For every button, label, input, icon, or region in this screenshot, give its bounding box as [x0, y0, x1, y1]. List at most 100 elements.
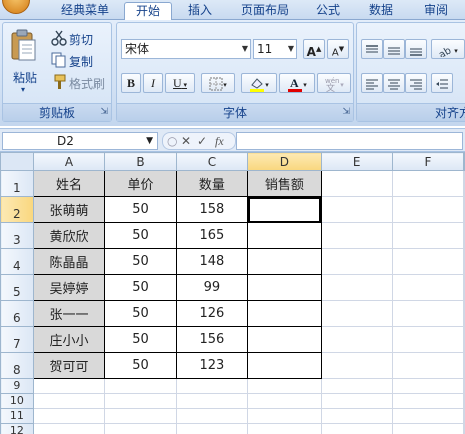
cell[interactable] — [391, 248, 465, 275]
cell[interactable]: 50 — [104, 300, 177, 327]
cell[interactable] — [391, 378, 465, 394]
borders-button[interactable]: ▾ — [201, 73, 235, 93]
orientation-button[interactable]: ab ▾ — [431, 39, 465, 61]
cell[interactable] — [104, 378, 177, 394]
active-cell[interactable] — [247, 196, 322, 223]
cell[interactable] — [463, 196, 465, 223]
cell[interactable]: 158 — [175, 196, 249, 223]
cell[interactable] — [320, 248, 393, 275]
cell[interactable] — [247, 378, 322, 394]
cell[interactable] — [247, 393, 322, 409]
cell[interactable] — [320, 170, 393, 197]
cell[interactable] — [247, 326, 322, 353]
cell[interactable] — [175, 423, 249, 434]
align-middle-button[interactable] — [383, 39, 405, 59]
cell[interactable] — [247, 274, 322, 301]
cell[interactable]: 陈晶晶 — [32, 248, 106, 275]
row-header[interactable]: 10 — [0, 393, 34, 409]
paste-dropdown-icon[interactable]: ▾ — [21, 85, 25, 94]
cell[interactable] — [247, 248, 322, 275]
cell[interactable] — [320, 326, 393, 353]
tab-data[interactable]: 数据 — [356, 2, 406, 20]
row-header[interactable]: 5 — [0, 274, 34, 301]
cell[interactable] — [463, 378, 465, 394]
row-header[interactable]: 2 — [0, 196, 34, 223]
format-painter-button[interactable]: 格式刷 — [69, 75, 105, 92]
cell[interactable]: 50 — [104, 196, 177, 223]
cell[interactable]: 张一一 — [32, 300, 106, 327]
cell[interactable] — [463, 222, 465, 249]
cell[interactable] — [391, 408, 465, 424]
column-header-f[interactable]: F — [391, 152, 465, 171]
cell[interactable] — [104, 408, 177, 424]
tab-review[interactable]: 审阅 — [410, 2, 462, 20]
formula-input[interactable] — [236, 132, 463, 150]
fill-color-button[interactable]: ▾ — [241, 73, 277, 93]
cell[interactable]: 99 — [175, 274, 249, 301]
cell[interactable] — [247, 408, 322, 424]
tab-page-layout[interactable]: 页面布局 — [228, 2, 302, 20]
cell[interactable] — [463, 248, 465, 275]
cell[interactable] — [463, 423, 465, 434]
align-right-button[interactable] — [405, 73, 427, 93]
decrease-indent-button[interactable] — [431, 73, 453, 93]
align-left-button[interactable] — [361, 73, 383, 93]
cell[interactable] — [175, 393, 249, 409]
tab-classic-menu[interactable]: 经典菜单 — [48, 2, 122, 20]
row-header[interactable]: 11 — [0, 408, 34, 424]
cell[interactable] — [391, 352, 465, 379]
cell[interactable] — [391, 423, 465, 434]
cell[interactable]: 156 — [175, 326, 249, 353]
cell[interactable] — [247, 423, 322, 434]
row-header[interactable]: 3 — [0, 222, 34, 249]
column-header-c[interactable]: C — [175, 152, 249, 171]
cell[interactable] — [104, 393, 177, 409]
office-button[interactable] — [2, 0, 30, 14]
paste-icon[interactable] — [9, 29, 37, 63]
column-header-a[interactable]: A — [32, 152, 106, 171]
cell[interactable] — [391, 274, 465, 301]
grow-font-button[interactable]: A▲ — [303, 39, 325, 59]
tab-home[interactable]: 开始 — [124, 2, 172, 21]
cell[interactable]: 123 — [175, 352, 249, 379]
column-header-d[interactable]: D — [247, 152, 322, 171]
cell[interactable] — [463, 300, 465, 327]
cell[interactable] — [104, 423, 177, 434]
copy-button[interactable]: 复制 — [69, 53, 93, 70]
cell[interactable] — [320, 196, 393, 223]
font-size-combo[interactable]: 11 ▼ — [253, 39, 297, 59]
cell[interactable] — [320, 222, 393, 249]
align-bottom-button[interactable] — [405, 39, 427, 59]
tab-formulas[interactable]: 公式 — [304, 2, 352, 20]
cell[interactable] — [463, 274, 465, 301]
font-name-dropdown-icon[interactable]: ▼ — [242, 40, 248, 58]
cell[interactable]: 庄小小 — [32, 326, 106, 353]
underline-button[interactable]: U ▾ — [165, 73, 195, 93]
cell[interactable] — [463, 170, 465, 197]
enter-icon[interactable]: ✓ — [197, 133, 207, 149]
cell[interactable]: 贺可可 — [32, 352, 106, 379]
cell[interactable] — [32, 378, 106, 394]
cell[interactable] — [320, 393, 393, 409]
row-header[interactable]: 6 — [0, 300, 34, 327]
header-cell[interactable]: 姓名 — [32, 170, 106, 197]
cell[interactable]: 50 — [104, 222, 177, 249]
align-center-button[interactable] — [383, 73, 405, 93]
clipboard-launcher-icon[interactable]: ⇲ — [100, 107, 108, 117]
cell[interactable] — [247, 352, 322, 379]
cell[interactable] — [247, 222, 322, 249]
cell[interactable] — [320, 274, 393, 301]
italic-button[interactable]: I — [143, 73, 163, 93]
cell[interactable] — [320, 423, 393, 434]
row-header[interactable]: 1 — [0, 170, 34, 197]
column-header-b[interactable]: B — [104, 152, 177, 171]
name-box[interactable]: D2 ▼ — [2, 132, 158, 150]
cell[interactable]: 50 — [104, 248, 177, 275]
cell[interactable] — [463, 408, 465, 424]
row-header[interactable]: 8 — [0, 352, 34, 379]
row-header[interactable]: 7 — [0, 326, 34, 353]
cell[interactable]: 张萌萌 — [32, 196, 106, 223]
cell[interactable] — [391, 300, 465, 327]
bold-button[interactable]: B — [121, 73, 141, 93]
paste-button[interactable]: 粘贴 — [13, 69, 37, 86]
